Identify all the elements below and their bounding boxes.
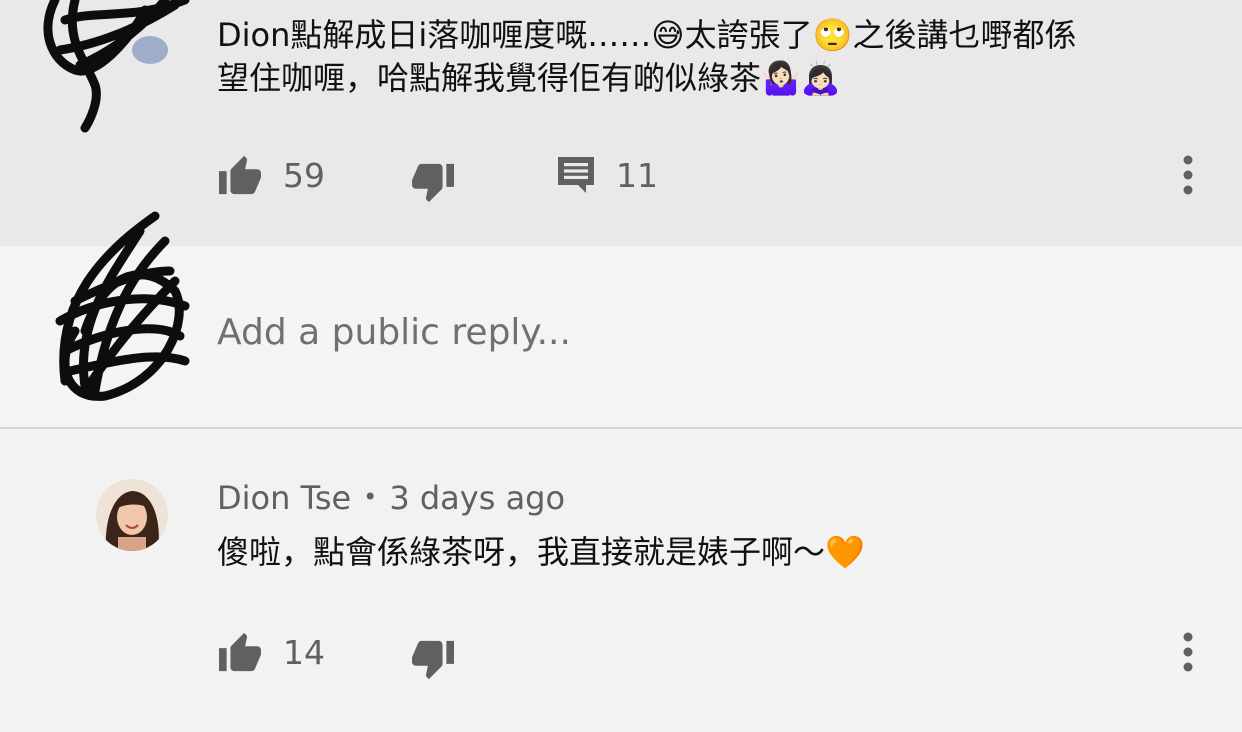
avatar-image <box>96 479 168 551</box>
thumb-down-icon <box>410 639 456 681</box>
thumb-up-icon <box>217 154 263 196</box>
like-button[interactable]: 14 <box>217 622 325 682</box>
reply-text: 傻啦，點會係綠茶呀，我直接就是婊子啊～🧡 <box>217 533 865 571</box>
top-comment-actions: 59 11 <box>0 145 1242 205</box>
like-count: 14 <box>283 632 325 672</box>
replies-button[interactable]: 11 <box>556 145 658 205</box>
thumb-down-icon <box>410 162 456 204</box>
dislike-button[interactable] <box>410 153 456 213</box>
comment-text-line-2: 望住咖喱，哈點解我覺得佢有啲似綠茶🤷🏻‍♀️🙇🏻‍♀️ <box>217 59 841 97</box>
more-options-button[interactable] <box>1178 155 1198 197</box>
reply-count: 11 <box>616 155 658 195</box>
reply-comment <box>0 429 1242 732</box>
more-options-button[interactable] <box>1178 632 1198 674</box>
more-vertical-icon <box>1178 155 1198 197</box>
like-button[interactable]: 59 <box>217 145 325 205</box>
redacted-user-avatar-scribble <box>55 211 190 401</box>
avatar[interactable] <box>96 479 168 551</box>
thumb-up-icon <box>217 631 263 673</box>
more-vertical-icon <box>1178 632 1198 674</box>
comment-icon <box>556 155 596 195</box>
reply-actions: 14 <box>0 622 1242 682</box>
timestamp: 3 days ago <box>389 479 566 517</box>
top-comment: Dion點解成日i落咖喱度嘅……😅太誇張了🙄之後講乜嘢都係 望住咖喱，哈點解我覺… <box>0 0 1242 246</box>
author-name[interactable]: Dion Tse <box>217 479 351 517</box>
dislike-button[interactable] <box>410 630 456 690</box>
reply-meta: Dion Tse • 3 days ago <box>217 479 565 517</box>
redacted-avatar-scribble <box>43 0 190 133</box>
meta-separator: • <box>363 483 378 511</box>
comment-text-line-1: Dion點解成日i落咖喱度嘅……😅太誇張了🙄之後講乜嘢都係 <box>217 16 1077 54</box>
like-count: 59 <box>283 155 325 195</box>
reply-input-area[interactable] <box>0 211 1242 428</box>
reply-input[interactable]: Add a public reply... <box>217 312 571 353</box>
